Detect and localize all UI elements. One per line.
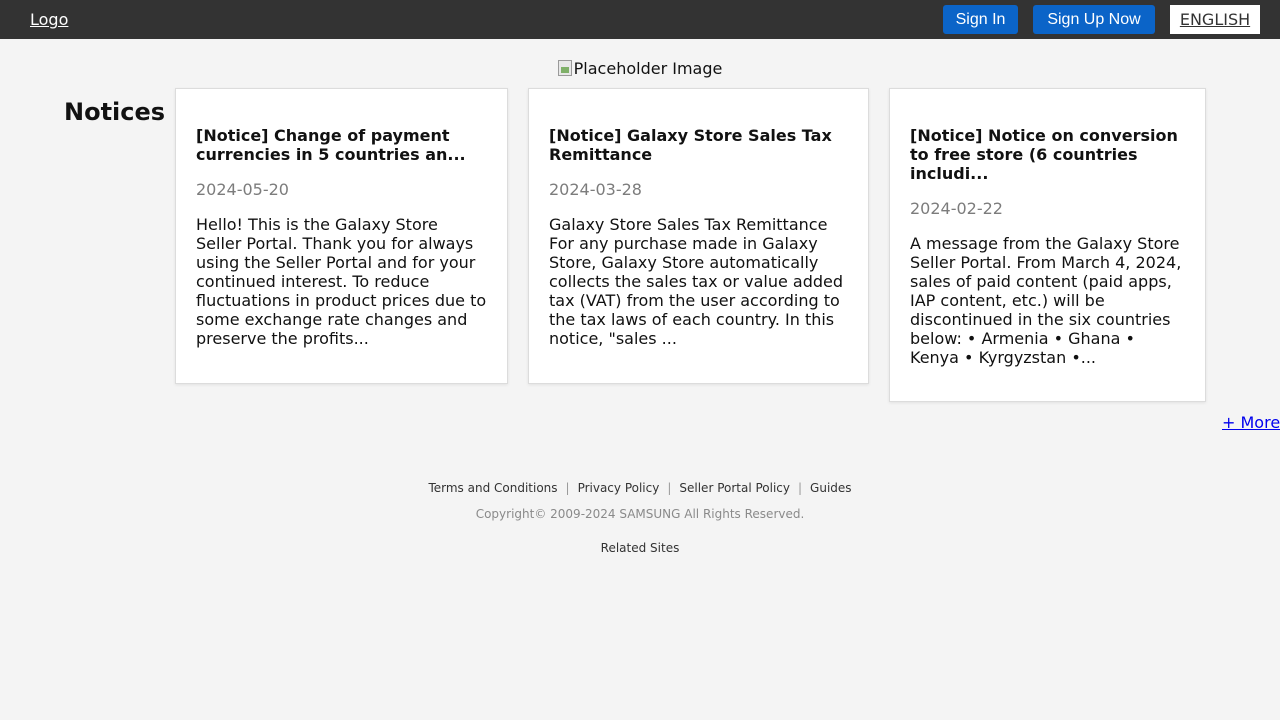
notice-card-excerpt: Hello! This is the Galaxy Store Seller P… xyxy=(196,215,487,348)
footer-separator: | xyxy=(565,481,570,495)
top-navigation-bar: Logo Sign In Sign Up Now ENGLISH xyxy=(0,0,1280,39)
notice-card-excerpt: A message from the Galaxy Store Seller P… xyxy=(910,234,1182,367)
notice-card[interactable]: [Notice] Galaxy Store Sales Tax Remittan… xyxy=(528,88,869,384)
sign-up-button[interactable]: Sign Up Now xyxy=(1033,5,1155,34)
notice-card[interactable]: [Notice] Change of payment currencies in… xyxy=(175,88,508,384)
notice-card[interactable]: [Notice] Notice on conversion to free st… xyxy=(889,88,1206,402)
guides-link[interactable]: Guides xyxy=(810,481,852,495)
notice-card-title[interactable]: [Notice] Galaxy Store Sales Tax Remittan… xyxy=(549,126,848,164)
related-sites-link[interactable]: Related Sites xyxy=(0,541,1280,556)
placeholder-image-alt: Placeholder Image xyxy=(573,59,723,78)
privacy-policy-link[interactable]: Privacy Policy xyxy=(578,481,660,495)
more-notices-link[interactable]: + More xyxy=(1222,413,1280,432)
terms-and-conditions-link[interactable]: Terms and Conditions xyxy=(428,481,557,495)
placeholder-image: Placeholder Image xyxy=(0,59,1280,78)
footer-links: Terms and Conditions | Privacy Policy | Sell… xyxy=(0,481,1280,496)
language-selector[interactable]: ENGLISH xyxy=(1170,5,1260,34)
sign-in-button[interactable]: Sign In xyxy=(943,5,1018,34)
notice-card-date: 2024-03-28 xyxy=(549,180,642,199)
notice-card-date: 2024-05-20 xyxy=(196,180,289,199)
notice-card-title[interactable]: [Notice] Change of payment currencies in… xyxy=(196,126,487,164)
footer-separator: | xyxy=(667,481,672,495)
seller-portal-policy-link[interactable]: Seller Portal Policy xyxy=(679,481,790,495)
logo-link[interactable]: Logo xyxy=(30,10,68,29)
notice-card-title[interactable]: [Notice] Notice on conversion to free st… xyxy=(910,126,1185,183)
notice-card-excerpt: Galaxy Store Sales Tax Remittance For an… xyxy=(549,215,843,348)
copyright-text: Copyright© 2009-2024 SAMSUNG All Rights … xyxy=(475,507,805,521)
notices-heading: Notices xyxy=(64,98,166,126)
broken-image-icon xyxy=(557,60,572,76)
notice-card-date: 2024-02-22 xyxy=(910,199,1003,218)
footer-separator: | xyxy=(798,481,803,495)
